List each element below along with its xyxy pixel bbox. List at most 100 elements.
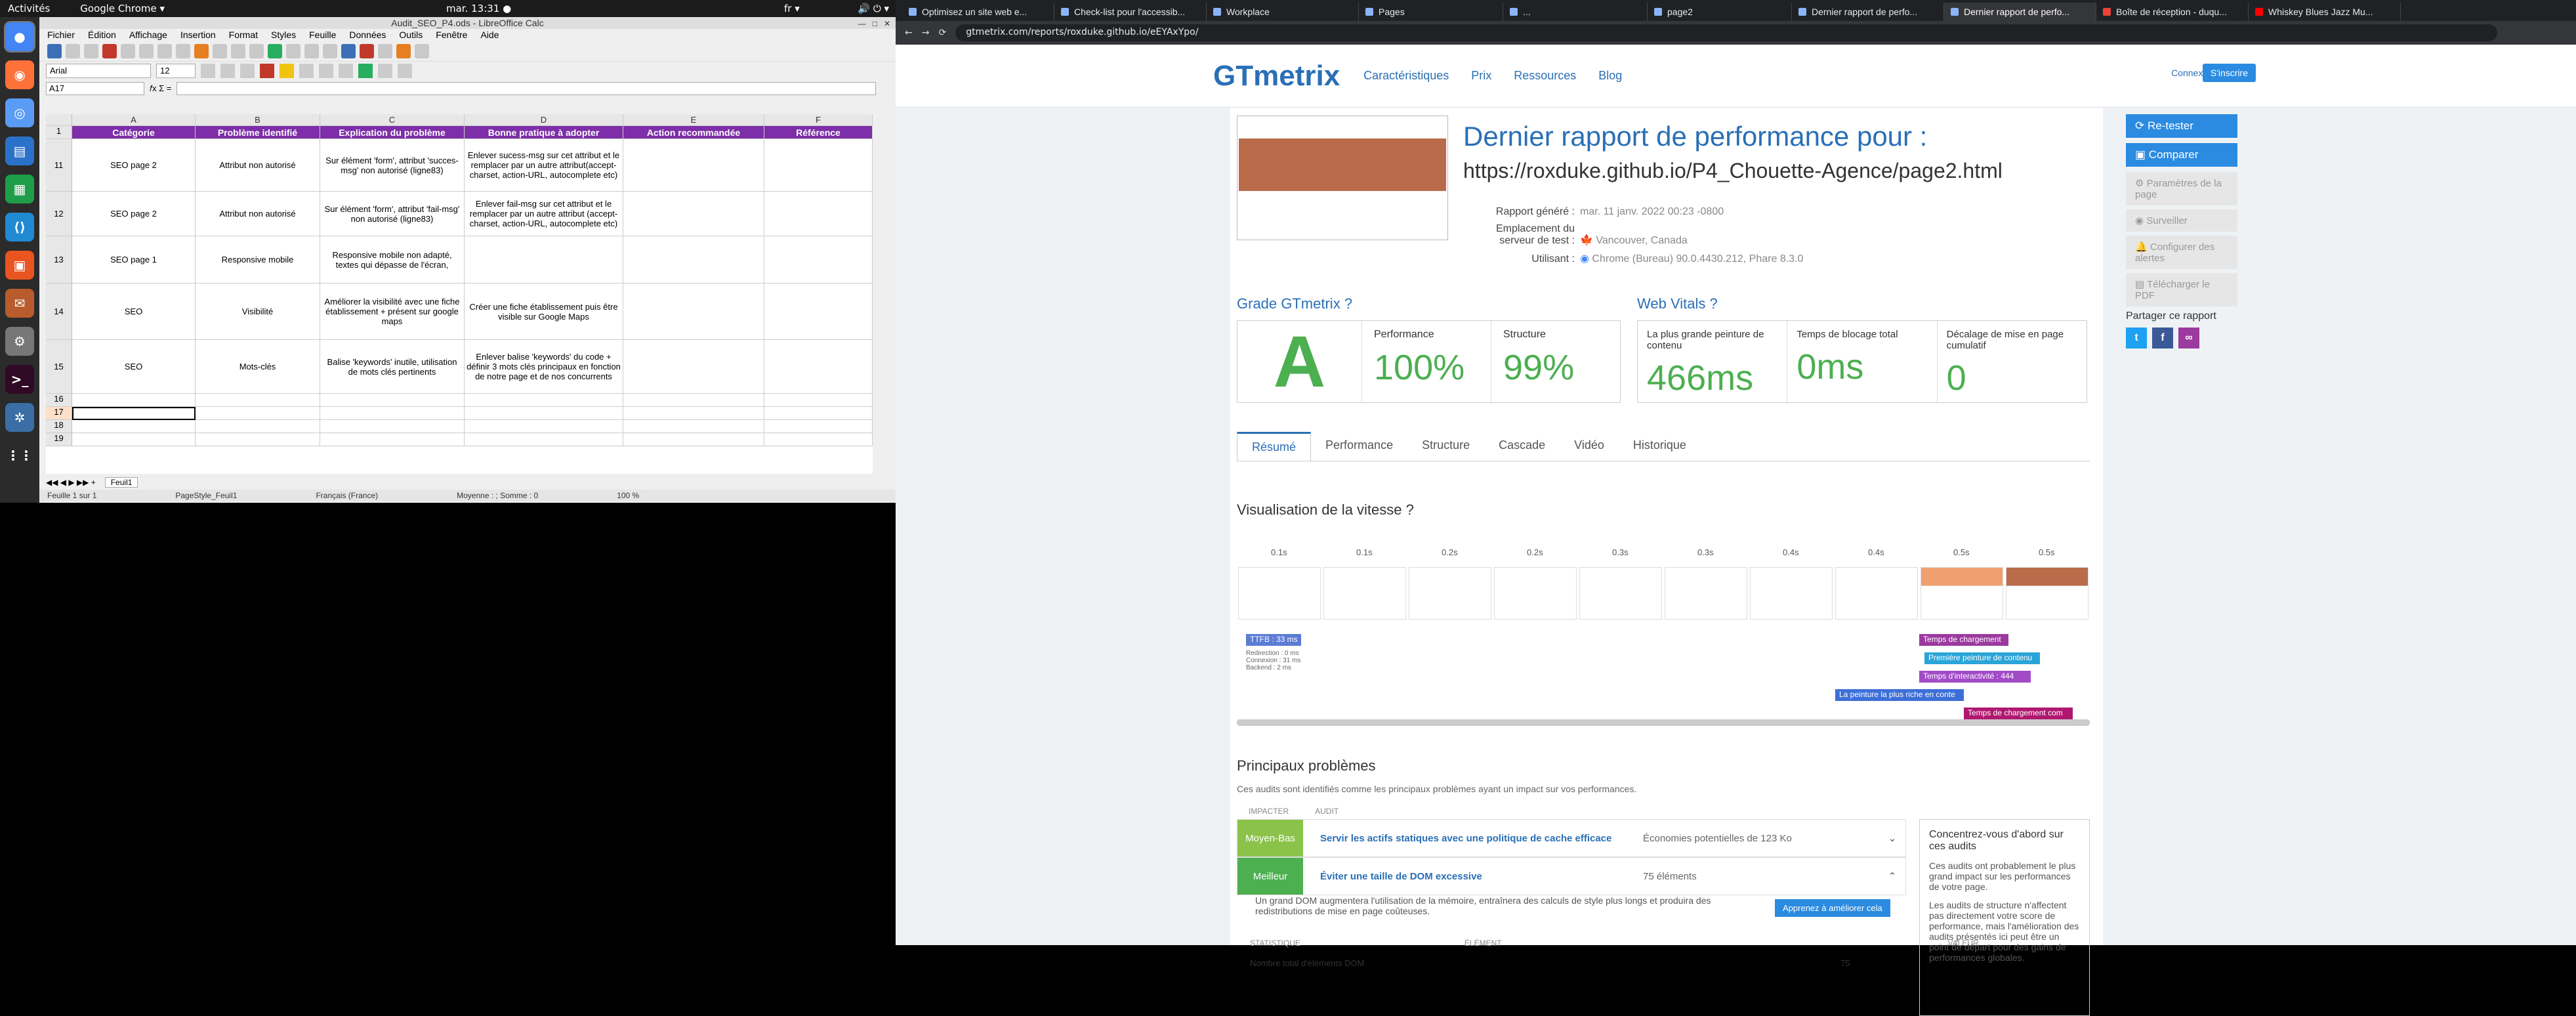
- nav-link[interactable]: Ressources: [1514, 69, 1576, 83]
- help-icon[interactable]: ?: [1406, 501, 1414, 518]
- cell[interactable]: Responsive mobile: [196, 236, 320, 284]
- sheet-tab[interactable]: Feuil1: [104, 477, 138, 488]
- compare-button[interactable]: ▣ Comparer: [2126, 143, 2237, 167]
- clock[interactable]: mar. 13:31 ●: [446, 3, 511, 14]
- frame[interactable]: [1238, 567, 1321, 620]
- cell[interactable]: [623, 394, 764, 407]
- print-icon[interactable]: [121, 43, 135, 58]
- cell[interactable]: [623, 420, 764, 433]
- cell[interactable]: [623, 340, 764, 394]
- cell[interactable]: [764, 420, 873, 433]
- borders-icon[interactable]: [398, 64, 412, 78]
- cell[interactable]: Améliorer la visibilité avec une fiche é…: [320, 284, 465, 340]
- header-cell[interactable]: Bonne pratique à adopter: [465, 126, 623, 139]
- cell[interactable]: [72, 394, 196, 407]
- cell[interactable]: [764, 407, 873, 420]
- tab-resume[interactable]: Résumé: [1237, 432, 1312, 461]
- cell[interactable]: [764, 433, 873, 446]
- apps-grid-icon[interactable]: ⋮⋮: [5, 441, 34, 470]
- browser-tab[interactable]: Boîte de réception - duqu...: [2096, 3, 2249, 21]
- cut-icon[interactable]: [139, 43, 154, 58]
- chromium-icon[interactable]: ◎: [5, 98, 34, 127]
- cell[interactable]: [320, 394, 465, 407]
- audit-title[interactable]: Éviter une taille de DOM excessive: [1303, 871, 1643, 882]
- cell[interactable]: Mots-clés: [196, 340, 320, 394]
- paste-icon[interactable]: [176, 43, 190, 58]
- cell[interactable]: [465, 394, 623, 407]
- system-menu[interactable]: 🔊 ⏻ ▾: [858, 3, 889, 14]
- browser-tab[interactable]: Workplace: [1207, 3, 1359, 21]
- menu-item[interactable]: Aide: [480, 29, 499, 41]
- cell[interactable]: Enlever sucess-msg sur cet attribut et l…: [465, 139, 623, 192]
- cell[interactable]: Créer une fiche établissement puis être …: [465, 284, 623, 340]
- app-menu[interactable]: Google Chrome ▾: [80, 3, 165, 14]
- tab-performance[interactable]: Performance: [1311, 432, 1407, 461]
- italic-icon[interactable]: [220, 64, 235, 78]
- menu-item[interactable]: Édition: [88, 29, 116, 41]
- browser-tab[interactable]: ...: [1503, 3, 1648, 21]
- tab-structure[interactable]: Structure: [1407, 432, 1484, 461]
- cell[interactable]: [764, 340, 873, 394]
- gtmetrix-logo[interactable]: GTmetrix: [1213, 60, 1340, 93]
- chart-icon[interactable]: [341, 43, 356, 58]
- maximize-icon[interactable]: □: [873, 18, 877, 30]
- spreadsheet-grid[interactable]: A B C D E F 1 Catégorie Problème identif…: [46, 114, 873, 474]
- redo-icon[interactable]: [231, 43, 245, 58]
- menu-item[interactable]: Outils: [399, 29, 423, 41]
- chrome-icon[interactable]: ●: [4, 21, 35, 53]
- menu-item[interactable]: Format: [229, 29, 258, 41]
- nav-link[interactable]: Caractéristiques: [1363, 69, 1449, 83]
- cell[interactable]: [764, 394, 873, 407]
- copy-icon[interactable]: [157, 43, 172, 58]
- align-center-icon[interactable]: [319, 64, 333, 78]
- highlight-icon[interactable]: [280, 64, 294, 78]
- language-indicator[interactable]: fr ▾: [784, 3, 800, 14]
- cell[interactable]: [465, 433, 623, 446]
- menu-item[interactable]: Feuille: [309, 29, 336, 41]
- cell[interactable]: [623, 192, 764, 236]
- export-pdf-icon[interactable]: [102, 43, 117, 58]
- nav-link[interactable]: Prix: [1471, 69, 1491, 83]
- browser-tab[interactable]: Check-list pour l'accessib...: [1054, 3, 1207, 21]
- calc-icon[interactable]: ▦: [5, 175, 34, 203]
- forward-icon[interactable]: →: [922, 28, 930, 38]
- function-wizard-icon[interactable]: 𝑓x Σ =: [150, 83, 171, 94]
- clone-icon[interactable]: [194, 43, 209, 58]
- header-cell[interactable]: Action recommandée: [623, 126, 764, 139]
- browser-tab[interactable]: Whiskey Blues Jazz Mu...: [2249, 3, 2401, 21]
- browser-tab[interactable]: Pages: [1359, 3, 1503, 21]
- menu-item[interactable]: Données: [349, 29, 386, 41]
- cell[interactable]: Visibilité: [196, 284, 320, 340]
- frame[interactable]: [1409, 567, 1491, 620]
- report-url[interactable]: https://roxduke.github.io/P4_Chouette-Ag…: [1463, 159, 2003, 183]
- align-left-icon[interactable]: [299, 64, 314, 78]
- cell[interactable]: [623, 139, 764, 192]
- cell[interactable]: Attribut non autorisé: [196, 139, 320, 192]
- reload-icon[interactable]: ⟳: [938, 28, 946, 38]
- frame[interactable]: [1750, 567, 1833, 620]
- activities-button[interactable]: Activités: [8, 3, 50, 14]
- cell[interactable]: [196, 394, 320, 407]
- cell[interactable]: [72, 420, 196, 433]
- software-icon[interactable]: ✉: [5, 289, 34, 318]
- row-icon[interactable]: [286, 43, 301, 58]
- cell[interactable]: SEO page 2: [72, 192, 196, 236]
- firefox-icon[interactable]: ◉: [5, 60, 34, 89]
- col-header-f[interactable]: F: [764, 114, 873, 126]
- vscode-icon[interactable]: ⟨⟩: [5, 213, 34, 242]
- tab-cascade[interactable]: Cascade: [1484, 432, 1560, 461]
- frame[interactable]: [2006, 567, 2088, 620]
- cell[interactable]: [196, 433, 320, 446]
- cell[interactable]: SEO page 2: [72, 139, 196, 192]
- open-icon[interactable]: [66, 43, 80, 58]
- alerts-button[interactable]: 🔔 Configurer des alertes: [2126, 236, 2237, 269]
- cell[interactable]: [465, 407, 623, 420]
- help-icon[interactable]: ?: [1344, 295, 1352, 312]
- cell[interactable]: SEO: [72, 284, 196, 340]
- issue-row[interactable]: Moyen-Bas Servir les actifs statiques av…: [1237, 819, 1906, 857]
- frame[interactable]: [1835, 567, 1918, 620]
- signup-button[interactable]: S'inscrire: [2202, 64, 2256, 82]
- learn-more-button[interactable]: Apprenez à améliorer cela: [1775, 899, 1890, 917]
- timeline-scrollbar[interactable]: [1237, 719, 2090, 726]
- col-header-b[interactable]: B: [196, 114, 320, 126]
